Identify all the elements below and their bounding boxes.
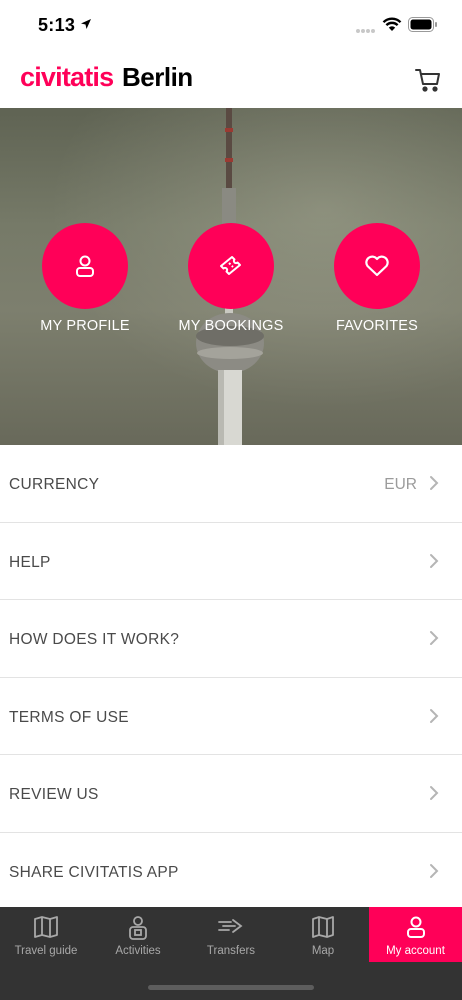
menu-item-terms-of-use[interactable]: TERMS OF USE bbox=[0, 677, 462, 755]
activities-icon bbox=[126, 915, 150, 946]
menu-item-label: CURRENCY bbox=[9, 476, 100, 493]
menu-item-label: SHARE CIVITATIS APP bbox=[9, 863, 179, 881]
tab-activities[interactable]: Activities bbox=[92, 907, 184, 962]
tab-map[interactable]: Map bbox=[277, 907, 369, 962]
home-indicator bbox=[148, 985, 314, 990]
transfers-icon bbox=[217, 915, 245, 942]
bookings-circle bbox=[188, 223, 274, 309]
tab-transfers[interactable]: Transfers bbox=[185, 907, 277, 962]
battery-icon bbox=[408, 17, 438, 37]
ticket-icon bbox=[220, 256, 241, 275]
brand-logo[interactable]: civitatis bbox=[20, 62, 114, 93]
my-profile-button[interactable]: MY PROFILE bbox=[25, 223, 145, 334]
menu-item-share-app[interactable]: SHARE CIVITATIS APP bbox=[0, 832, 462, 910]
tab-label: Activities bbox=[115, 945, 161, 957]
city-title: Berlin bbox=[122, 62, 193, 92]
currency-value: EUR bbox=[384, 476, 417, 493]
cart-icon[interactable] bbox=[414, 66, 442, 94]
map-icon bbox=[311, 915, 335, 944]
tab-label: Travel guide bbox=[14, 945, 78, 957]
user-icon bbox=[76, 255, 94, 277]
status-bar: 5:13 bbox=[0, 0, 462, 50]
chevron-right-icon bbox=[429, 553, 439, 574]
cellular-signal-icon bbox=[356, 22, 376, 40]
user-icon bbox=[405, 915, 427, 944]
heart-icon bbox=[365, 255, 389, 277]
favorites-circle bbox=[334, 223, 420, 309]
tab-label: Map bbox=[311, 945, 335, 957]
menu-item-currency[interactable]: CURRENCY EUR bbox=[0, 445, 462, 523]
menu-item-help[interactable]: HELP bbox=[0, 522, 462, 600]
favorites-label: FAVORITES bbox=[335, 318, 419, 334]
menu-item-label: REVIEW US bbox=[9, 786, 99, 803]
status-time: 5:13 bbox=[38, 15, 76, 35]
chevron-right-icon bbox=[429, 785, 439, 806]
favorites-button[interactable]: FAVORITES bbox=[317, 223, 437, 334]
location-arrow-icon bbox=[80, 17, 92, 35]
menu-item-label: TERMS OF USE bbox=[9, 708, 129, 726]
guide-map-icon bbox=[33, 915, 59, 944]
chevron-right-icon bbox=[429, 708, 439, 729]
menu-item-how-it-works[interactable]: HOW DOES IT WORK? bbox=[0, 600, 462, 678]
my-bookings-button[interactable]: MY BOOKINGS bbox=[171, 223, 291, 334]
wifi-icon bbox=[382, 16, 402, 37]
tab-label: My account bbox=[386, 945, 445, 957]
my-bookings-label: MY BOOKINGS bbox=[178, 318, 284, 334]
tab-my-account[interactable]: My account bbox=[369, 907, 462, 962]
menu-item-label: HOW DOES IT WORK? bbox=[9, 631, 180, 648]
chevron-right-icon bbox=[429, 475, 439, 496]
app-header: civitatis Berlin bbox=[0, 50, 462, 108]
chevron-right-icon bbox=[429, 630, 439, 651]
menu-item-review-us[interactable]: REVIEW US bbox=[0, 755, 462, 833]
tab-travel-guide[interactable]: Travel guide bbox=[0, 907, 92, 962]
account-menu-list: CURRENCY EUR HELP HOW DOES IT WORK? TERM… bbox=[0, 445, 462, 910]
menu-item-label: HELP bbox=[9, 553, 51, 571]
profile-circle bbox=[42, 223, 128, 309]
my-profile-label: MY PROFILE bbox=[40, 318, 130, 334]
hero-banner: MY PROFILE MY BOOKINGS FAVORITES bbox=[0, 108, 462, 445]
tab-label: Transfers bbox=[206, 945, 256, 957]
chevron-right-icon bbox=[429, 863, 439, 884]
